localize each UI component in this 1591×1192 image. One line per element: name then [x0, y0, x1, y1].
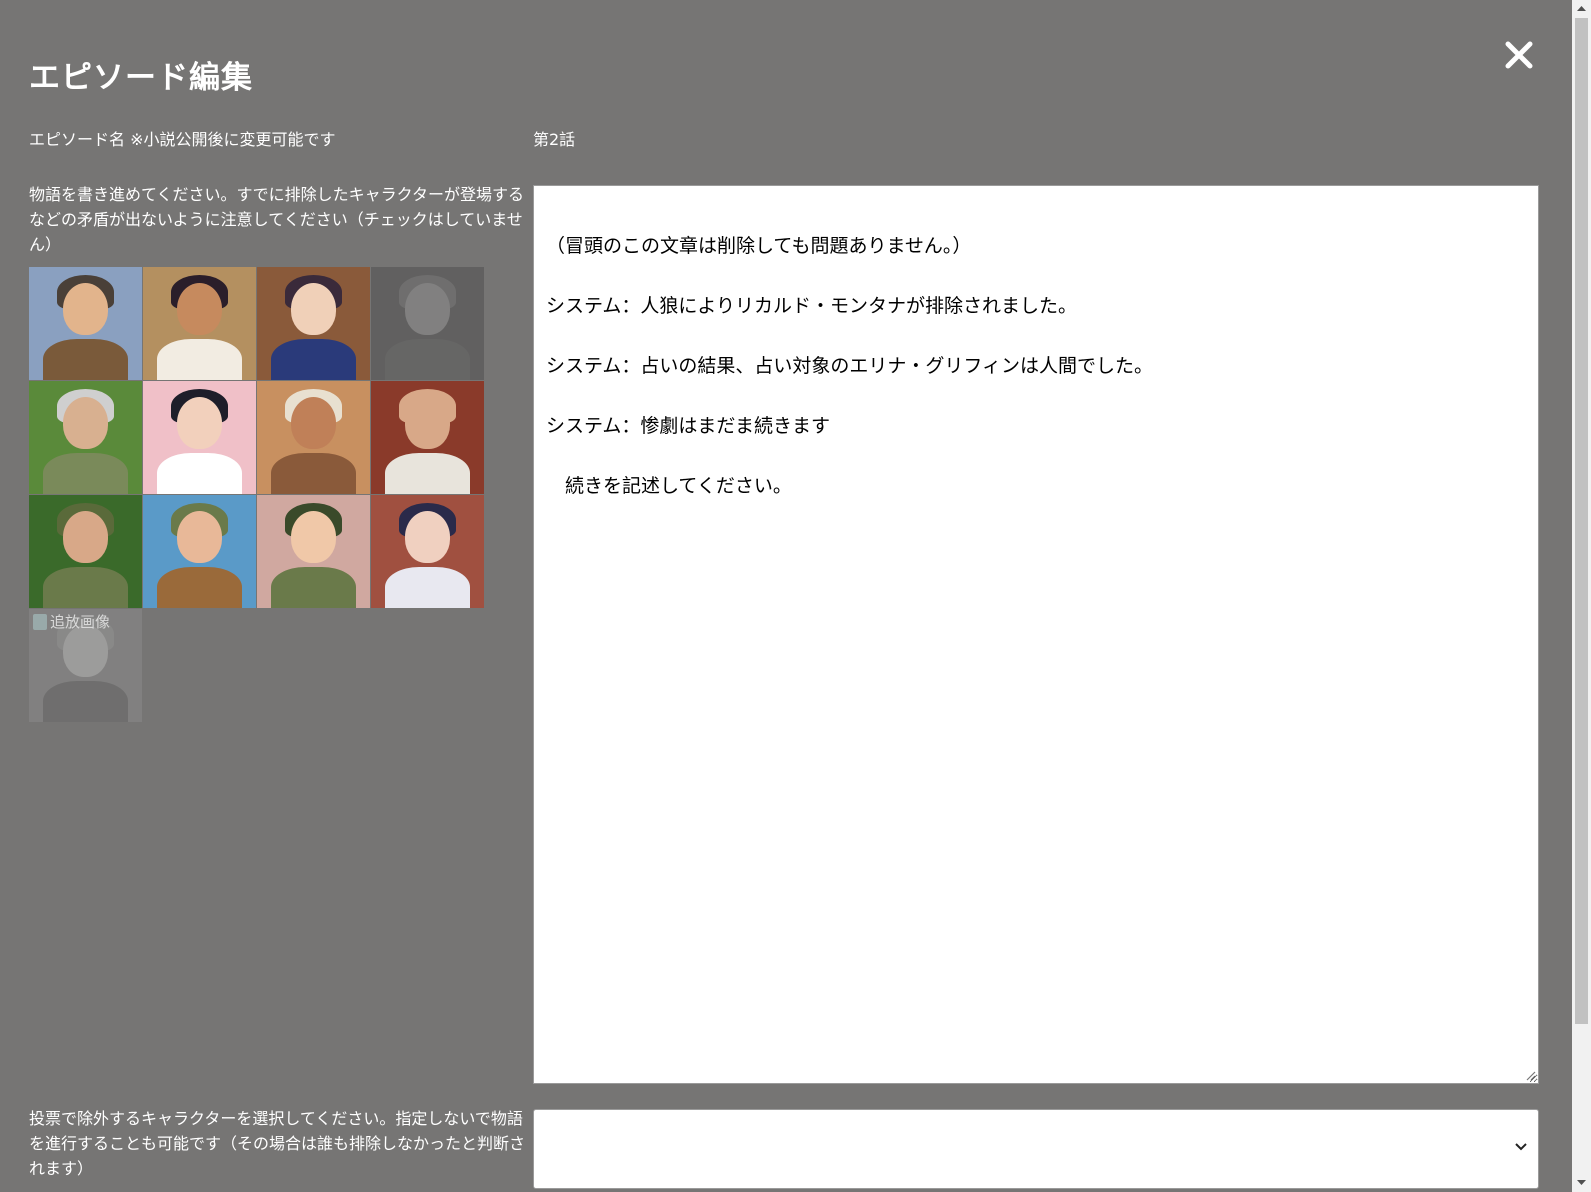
chevron-down-icon: [1515, 1143, 1527, 1151]
portrait-body: [43, 453, 128, 494]
story-instruction: 物語を書き進めてください。すでに排除したキャラクターが登場するなどの矛盾が出ない…: [29, 185, 525, 254]
portrait-body: [385, 567, 470, 608]
portrait-face: [405, 511, 450, 563]
portrait-body: [271, 339, 356, 380]
portrait-body: [385, 339, 470, 380]
exiled-portrait-cell: 追放画像: [29, 609, 142, 722]
character-portrait-11: [257, 495, 370, 608]
close-icon[interactable]: [1504, 40, 1534, 70]
story-line: システム：占いの結果、占い対象のエリナ・グリフィンは人間でした。: [546, 355, 1154, 377]
story-line: システム：惨劇はまだま続きます: [546, 415, 831, 437]
story-line: システム：人狼によりリカルド・モンタナが排除されました。: [546, 295, 1078, 317]
broken-image-icon: [33, 613, 47, 630]
character-portrait-10: [143, 495, 256, 608]
portrait-body: [385, 453, 470, 494]
story-line: （冒頭のこの文章は削除しても問題ありません。）: [546, 235, 972, 257]
portrait-body: [43, 339, 128, 380]
portrait-face: [63, 625, 108, 677]
character-portrait-9: [29, 495, 142, 608]
portrait-face: [63, 511, 108, 563]
scroll-down-arrow-icon[interactable]: [1576, 1177, 1587, 1188]
portrait-body: [271, 567, 356, 608]
character-portrait-4: [371, 267, 484, 380]
vote-instruction: 投票で除外するキャラクターを選択してください。指定しないで物語を進行することも可…: [29, 1109, 526, 1178]
portrait-face: [291, 397, 336, 449]
portrait-face: [63, 397, 108, 449]
character-portrait-grid: 追放画像: [29, 267, 484, 722]
episode-name-label: エピソード名 ※小説公開後に変更可能です: [29, 130, 336, 149]
portrait-body: [157, 339, 242, 380]
character-portrait-3: [257, 267, 370, 380]
story-line: 続きを記述してください。: [546, 475, 792, 497]
character-portrait-6: [143, 381, 256, 494]
character-portrait-12: [371, 495, 484, 608]
portrait-body: [157, 567, 242, 608]
exiled-image-text: 追放画像: [50, 613, 111, 631]
page-scrollbar[interactable]: [1572, 0, 1591, 1192]
episode-edit-modal: エピソード編集 エピソード名 ※小説公開後に変更可能です 第2話 物語を書き進め…: [0, 0, 1572, 1192]
character-portrait-5: [29, 381, 142, 494]
portrait-face: [177, 283, 222, 335]
character-portrait-1: [29, 267, 142, 380]
portrait-body: [157, 453, 242, 494]
portrait-face: [177, 397, 222, 449]
scroll-up-arrow-icon[interactable]: [1576, 3, 1587, 14]
portrait-body: [43, 681, 128, 722]
portrait-body: [271, 453, 356, 494]
portrait-face: [291, 283, 336, 335]
character-portrait-7: [257, 381, 370, 494]
portrait-face: [405, 283, 450, 335]
episode-name-value: 第2話: [533, 130, 576, 149]
portrait-body: [43, 567, 128, 608]
close-button[interactable]: [1504, 40, 1540, 84]
character-portrait-2: [143, 267, 256, 380]
exclude-character-select[interactable]: [533, 1109, 1539, 1189]
resize-handle-icon[interactable]: [1524, 1069, 1536, 1081]
page-title: エピソード編集: [29, 60, 253, 96]
scrollbar-thumb[interactable]: [1575, 18, 1588, 1024]
exiled-image-label: 追放画像: [33, 611, 110, 632]
portrait-face: [291, 511, 336, 563]
character-portrait-8: [371, 381, 484, 494]
story-textarea[interactable]: （冒頭のこの文章は削除しても問題ありません。） システム：人狼によりリカルド・モ…: [533, 185, 1539, 1084]
portrait-face: [405, 397, 450, 449]
portrait-face: [63, 283, 108, 335]
portrait-face: [177, 511, 222, 563]
